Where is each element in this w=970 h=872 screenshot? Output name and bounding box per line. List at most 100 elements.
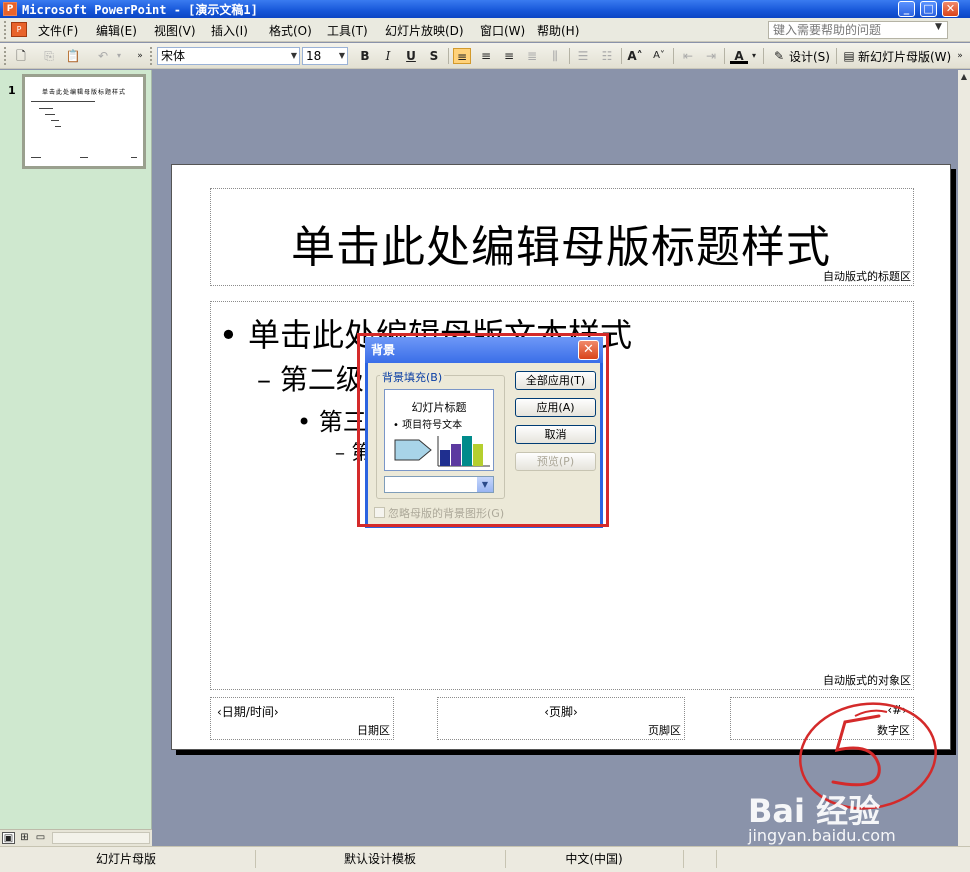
toolbar-separator — [569, 48, 570, 64]
chevron-down-icon[interactable]: ▼ — [339, 48, 345, 64]
design-icon[interactable]: ✎ — [770, 48, 788, 64]
menu-tools[interactable]: 工具(T) — [327, 22, 368, 39]
decrease-font-icon[interactable]: A˅ — [650, 48, 668, 64]
shadow-button[interactable]: S — [425, 48, 443, 64]
footer-text: ‹页脚› — [544, 705, 578, 719]
toolbar-separator — [621, 48, 622, 64]
thumbnail-text-line — [55, 126, 61, 127]
increase-indent-icon[interactable]: ⇥ — [702, 48, 720, 64]
master-title[interactable]: 单击此处编辑母版标题样式 — [211, 211, 911, 275]
date-placeholder[interactable]: ‹日期/时间› 日期区 — [210, 697, 394, 740]
bullets-icon[interactable]: ☷ — [598, 48, 616, 64]
toolbar-separator — [673, 48, 674, 64]
numbering-icon[interactable]: ☰ — [574, 48, 592, 64]
toolbar-options-icon[interactable]: » — [135, 48, 145, 64]
powerpoint-icon[interactable]: P — [3, 2, 17, 16]
new-master-button[interactable]: 新幻灯片母版(W) — [858, 48, 951, 65]
annotation-highlight-box — [357, 333, 609, 527]
chevron-down-icon[interactable]: ▼ — [935, 22, 942, 32]
copy-icon[interactable]: ⎘ — [40, 48, 58, 64]
justify-icon[interactable]: ≣ — [523, 48, 541, 64]
bold-button[interactable]: B — [356, 48, 374, 64]
thumbnail-text-line — [39, 108, 53, 109]
object-area-label: 自动版式的对象区 — [823, 674, 911, 687]
slide-thumbnail-pane — [0, 70, 152, 846]
italic-button[interactable]: I — [379, 48, 397, 64]
thumbnail-footer-line — [31, 157, 41, 158]
menu-slideshow[interactable]: 幻灯片放映(D) — [385, 22, 464, 39]
baidu-watermark-url: jingyan.baidu.com — [748, 826, 896, 845]
status-language: 中文(中国) — [565, 852, 623, 866]
minimize-button[interactable]: _ — [898, 1, 915, 17]
title-placeholder[interactable]: 单击此处编辑母版标题样式 自动版式的标题区 — [210, 188, 914, 286]
window-title: Microsoft PowerPoint - [演示文稿1] — [22, 3, 258, 17]
menu-help[interactable]: 帮助(H) — [537, 22, 579, 39]
decrease-indent-icon[interactable]: ⇤ — [679, 48, 697, 64]
footer-placeholder[interactable]: ‹页脚› 页脚区 — [437, 697, 685, 740]
font-color-icon[interactable]: A — [730, 48, 748, 64]
toolbar-grip-2[interactable] — [150, 47, 153, 65]
paste-icon[interactable]: 📋 — [64, 48, 82, 64]
close-button[interactable]: ✕ — [942, 1, 959, 17]
menu-file[interactable]: 文件(F) — [38, 22, 78, 39]
title-area-label: 自动版式的标题区 — [823, 270, 911, 283]
chevron-down-icon[interactable]: ▾ — [749, 48, 759, 64]
status-bar: 幻灯片母版 默认设计模板 中文(中国) — [0, 846, 970, 872]
title-bar: P Microsoft PowerPoint - [演示文稿1] _ □ ✕ — [0, 0, 970, 18]
menu-grip[interactable] — [4, 21, 7, 39]
menu-bar: P 文件(F) 编辑(E) 视图(V) 插入(I) 格式(O) 工具(T) 幻灯… — [0, 18, 970, 42]
normal-view-icon[interactable]: ▣ — [2, 832, 15, 844]
horizontal-scrollbar[interactable] — [52, 832, 150, 844]
font-name-value: 宋体 — [161, 49, 186, 63]
align-right-icon[interactable]: ≡ — [500, 48, 518, 64]
annotation-stroke — [854, 709, 888, 717]
increase-font-icon[interactable]: A˄ — [626, 48, 644, 64]
undo-dropdown-icon[interactable]: ▾ — [114, 48, 124, 64]
font-size-value: 18 — [306, 49, 322, 63]
menu-window[interactable]: 窗口(W) — [480, 22, 525, 39]
font-name-combo[interactable]: 宋体 ▼ — [157, 47, 300, 65]
slide-thumbnail[interactable]: 单击此处编辑母版标题样式 — [22, 74, 146, 169]
toolbar-options-icon[interactable]: » — [954, 48, 966, 64]
status-separator — [683, 850, 684, 868]
slideshow-view-icon[interactable]: ▭ — [34, 832, 47, 844]
underline-button[interactable]: U — [402, 48, 420, 64]
menu-view[interactable]: 视图(V) — [154, 22, 196, 39]
thumbnail-text-line — [31, 101, 95, 102]
distribute-icon[interactable]: ⫼ — [546, 48, 564, 64]
thumbnail-text-line — [45, 114, 55, 115]
new-document-icon[interactable]: 🗋 — [12, 48, 30, 64]
document-icon[interactable]: P — [11, 22, 27, 37]
slide-sorter-icon[interactable]: ⊞ — [18, 832, 31, 844]
thumbnail-footer-line — [80, 157, 88, 158]
chevron-down-icon[interactable]: ▼ — [291, 48, 297, 64]
align-left-icon[interactable]: ≡ — [453, 48, 471, 64]
status-template: 默认设计模板 — [343, 852, 416, 866]
scroll-up-icon[interactable]: ▲ — [958, 70, 970, 84]
help-search-input[interactable]: 键入需要帮助的问题 — [768, 21, 948, 39]
menu-format[interactable]: 格式(O) — [269, 22, 312, 39]
status-separator — [255, 850, 256, 868]
status-separator — [505, 850, 506, 868]
annotation-digit-five — [831, 714, 881, 787]
new-master-icon[interactable]: ▤ — [840, 48, 858, 64]
thumbnail-text-line — [51, 120, 59, 121]
toolbar-separator — [724, 48, 725, 64]
toolbar-separator — [763, 48, 764, 64]
body-level-2-text: 第二级 — [279, 363, 364, 396]
vertical-scrollbar[interactable]: ▲ — [958, 70, 970, 846]
date-text: ‹日期/时间› — [217, 705, 279, 719]
toolbar-separator — [836, 48, 837, 64]
maximize-button[interactable]: □ — [920, 1, 937, 17]
toolbar-grip[interactable] — [4, 47, 7, 65]
footer-area-label: 页脚区 — [648, 724, 681, 737]
body-level-2[interactable]: – 第二级 — [257, 358, 364, 398]
align-center-icon[interactable]: ≡ — [477, 48, 495, 64]
thumbnail-footer-line — [131, 157, 137, 158]
font-size-combo[interactable]: 18 ▼ — [302, 47, 348, 65]
design-button[interactable]: 设计(S) — [789, 48, 830, 65]
undo-icon[interactable]: ↶ — [94, 48, 112, 64]
menu-edit[interactable]: 编辑(E) — [96, 22, 137, 39]
status-separator — [716, 850, 717, 868]
menu-insert[interactable]: 插入(I) — [211, 22, 248, 39]
